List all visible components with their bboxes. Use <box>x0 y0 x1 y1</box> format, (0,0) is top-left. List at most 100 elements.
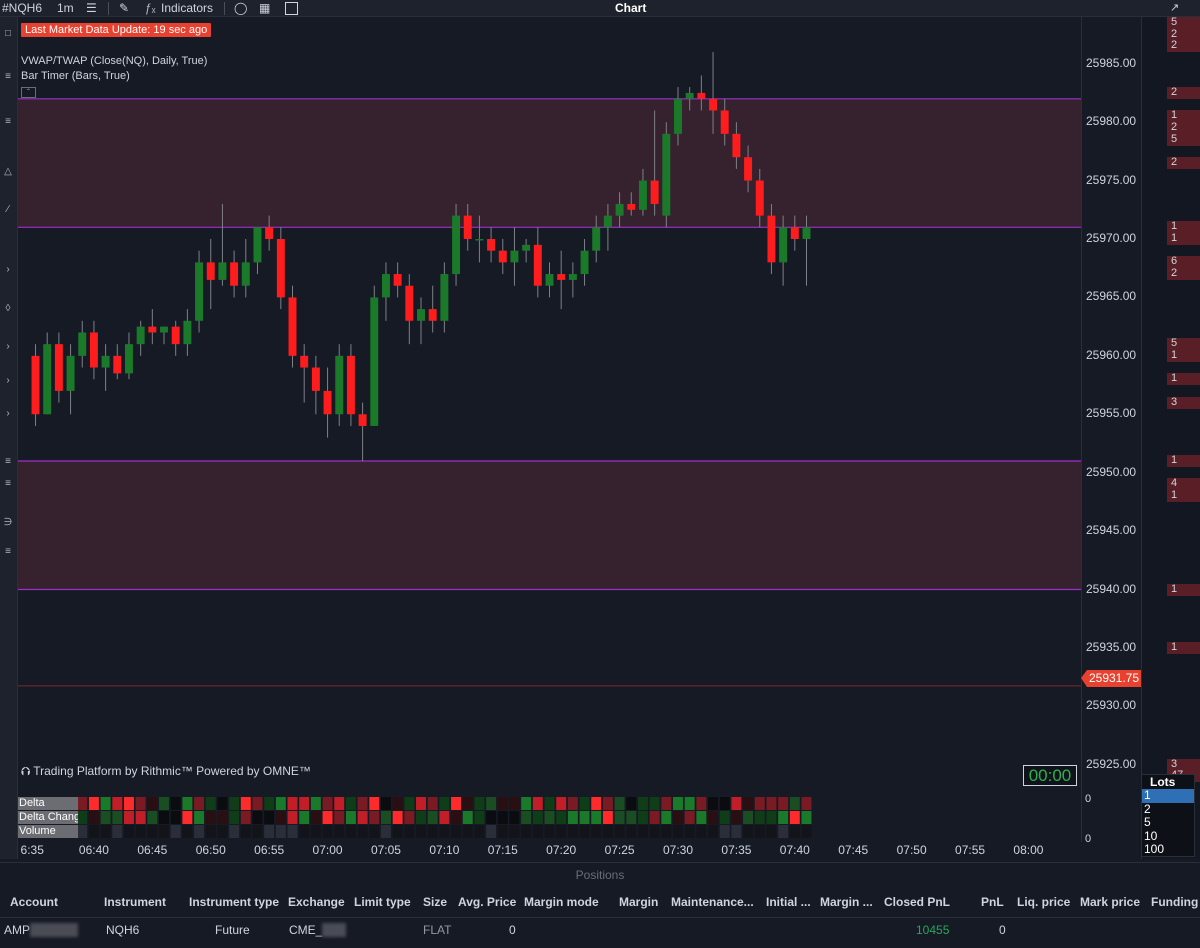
candle-down <box>113 355 122 374</box>
alarm-icon[interactable]: ◯ <box>234 1 247 16</box>
time-axis[interactable]: 6:35 06:40 06:45 06:50 06:55 07:00 07:05 07:10 0… <box>18 842 1141 859</box>
candle-up <box>662 133 671 216</box>
brush-icon[interactable]: ≡ <box>1 477 15 491</box>
heatmap-cell <box>322 811 333 824</box>
candle-up <box>475 239 484 241</box>
heatmap-cell <box>182 825 193 838</box>
col-pnl[interactable]: PnL <box>981 895 1004 909</box>
heatmap-cell <box>345 825 356 838</box>
heatmap-cell <box>626 811 637 824</box>
col-account[interactable]: Account <box>10 895 58 909</box>
lots-option[interactable]: 10 <box>1142 829 1194 844</box>
heatmap-scale-top: 0 <box>1085 793 1092 805</box>
dom-volume-value: 1 <box>1171 454 1178 466</box>
col-closed-pnl[interactable]: Closed PnL <box>884 895 950 909</box>
heatmap-cell <box>462 797 473 810</box>
list-icon[interactable]: ≡ <box>1 545 15 559</box>
magnet-icon[interactable]: ∋ <box>1 516 15 530</box>
trendline-icon[interactable]: ≡ <box>1 70 15 84</box>
dom-ladder-strip[interactable]: 522212521162511314111347 <box>1141 16 1200 859</box>
candle-down <box>498 250 507 263</box>
dom-volume-value: 1 <box>1171 489 1178 502</box>
interval-selector[interactable]: 1m <box>57 1 74 16</box>
pattern-icon[interactable]: › <box>1 374 15 388</box>
price-axis-tick: 25945.00 <box>1086 523 1137 538</box>
lots-label: Lots <box>1150 775 1176 789</box>
col-instrument[interactable]: Instrument <box>104 895 166 909</box>
heatmap-cell <box>416 797 426 810</box>
lots-option[interactable]: 1 <box>1142 788 1194 803</box>
collapse-indicators-icon[interactable]: ˆ <box>21 87 36 98</box>
candle-up <box>802 227 811 239</box>
heatmap-cell <box>556 811 567 824</box>
heatmap-cell <box>334 811 345 824</box>
col-margin[interactable]: Margin <box>619 895 658 909</box>
col-margin-mode[interactable]: Margin mode <box>524 895 599 909</box>
candle-up <box>522 244 531 251</box>
heatmap-cell <box>217 811 228 824</box>
dom-volume-value: 5 <box>1171 337 1178 350</box>
cursor-icon[interactable]: □ <box>1 27 15 41</box>
expand-icon[interactable]: ↗ <box>1170 1 1179 16</box>
col-exchange[interactable]: Exchange <box>288 895 345 909</box>
time-axis-tick: 07:35 <box>721 843 752 857</box>
text-icon[interactable]: ≡ <box>1 455 15 469</box>
chart-type-icon[interactable]: ☰ <box>86 1 97 16</box>
heatmap-cell <box>451 825 462 838</box>
symbol-selector[interactable]: #NQH6 <box>2 1 42 16</box>
cell-instrument[interactable]: NQH6 <box>106 923 139 937</box>
heatmap-cell <box>88 797 99 810</box>
lots-option[interactable]: 5 <box>1142 815 1194 830</box>
fib-icon[interactable]: › <box>1 340 15 354</box>
heatmap-cell <box>124 811 134 824</box>
draw-pencil-icon[interactable]: ✎ <box>119 1 129 16</box>
horizontal-line-icon[interactable]: ≡ <box>1 115 15 129</box>
ray-icon[interactable]: ∕ <box>1 203 15 217</box>
heatmap-cell <box>369 825 380 838</box>
triangle-icon[interactable]: △ <box>1 165 15 179</box>
col-instrument-type[interactable]: Instrument type <box>189 895 279 909</box>
heatmap-cell <box>357 797 368 810</box>
indicator-bar-timer-label[interactable]: Bar Timer (Bars, True) <box>21 70 130 82</box>
exchange-redaction: xxxx <box>322 923 347 937</box>
measure-icon[interactable]: › <box>1 407 15 421</box>
heatmap-cell <box>310 811 321 824</box>
pitchfork-icon[interactable]: ◊ <box>1 302 15 316</box>
table-row-divider <box>0 917 1200 918</box>
layout-icon[interactable]: ▦ <box>259 1 270 16</box>
candle-down <box>428 309 437 321</box>
heatmap-cell <box>416 811 426 824</box>
cell-account[interactable]: AMPxxxxxxxx <box>4 923 79 937</box>
heatmap-cell <box>252 825 263 838</box>
candle-down <box>323 390 332 415</box>
candle-down <box>709 98 718 111</box>
price-chart[interactable] <box>18 17 1081 842</box>
indicator-vwap-label[interactable]: VWAP/TWAP (Close(NQ), Daily, True) <box>21 55 207 67</box>
col-initial[interactable]: Initial ... <box>766 895 811 909</box>
col-margin-ratio[interactable]: Margin ... <box>820 895 873 909</box>
col-avg-price[interactable]: Avg. Price <box>458 895 516 909</box>
heatmap-cell <box>567 811 578 824</box>
lots-option[interactable]: 2 <box>1142 802 1194 817</box>
price-axis[interactable]: 25985.00 25980.00 25975.00 25970.00 25965.00… <box>1081 17 1141 842</box>
heatmap-cell <box>696 811 707 824</box>
price-axis-tick: 25950.00 <box>1086 464 1137 479</box>
dom-volume-value: 2 <box>1171 267 1178 280</box>
indicators-icon[interactable]: ƒₓ <box>145 1 156 16</box>
candle-down <box>790 227 799 239</box>
col-liq-price[interactable]: Liq. price <box>1017 895 1070 909</box>
candle-down <box>557 274 566 280</box>
panel-toggle-icon[interactable] <box>285 2 298 15</box>
col-funding[interactable]: Funding <box>1151 895 1198 909</box>
lots-option[interactable]: 100 <box>1142 842 1194 857</box>
col-mark-price[interactable]: Mark price <box>1080 895 1140 909</box>
col-size[interactable]: Size <box>423 895 447 909</box>
col-maintenance[interactable]: Maintenance... <box>671 895 754 909</box>
dom-volume-value: 2 <box>1171 121 1178 133</box>
indicators-button[interactable]: Indicators <box>161 1 213 16</box>
heatmap-cell <box>170 811 181 824</box>
channel-icon[interactable]: › <box>1 263 15 277</box>
heatmap-cell <box>532 797 543 810</box>
heatmap-cell <box>392 825 403 838</box>
col-limit-type[interactable]: Limit type <box>354 895 411 909</box>
